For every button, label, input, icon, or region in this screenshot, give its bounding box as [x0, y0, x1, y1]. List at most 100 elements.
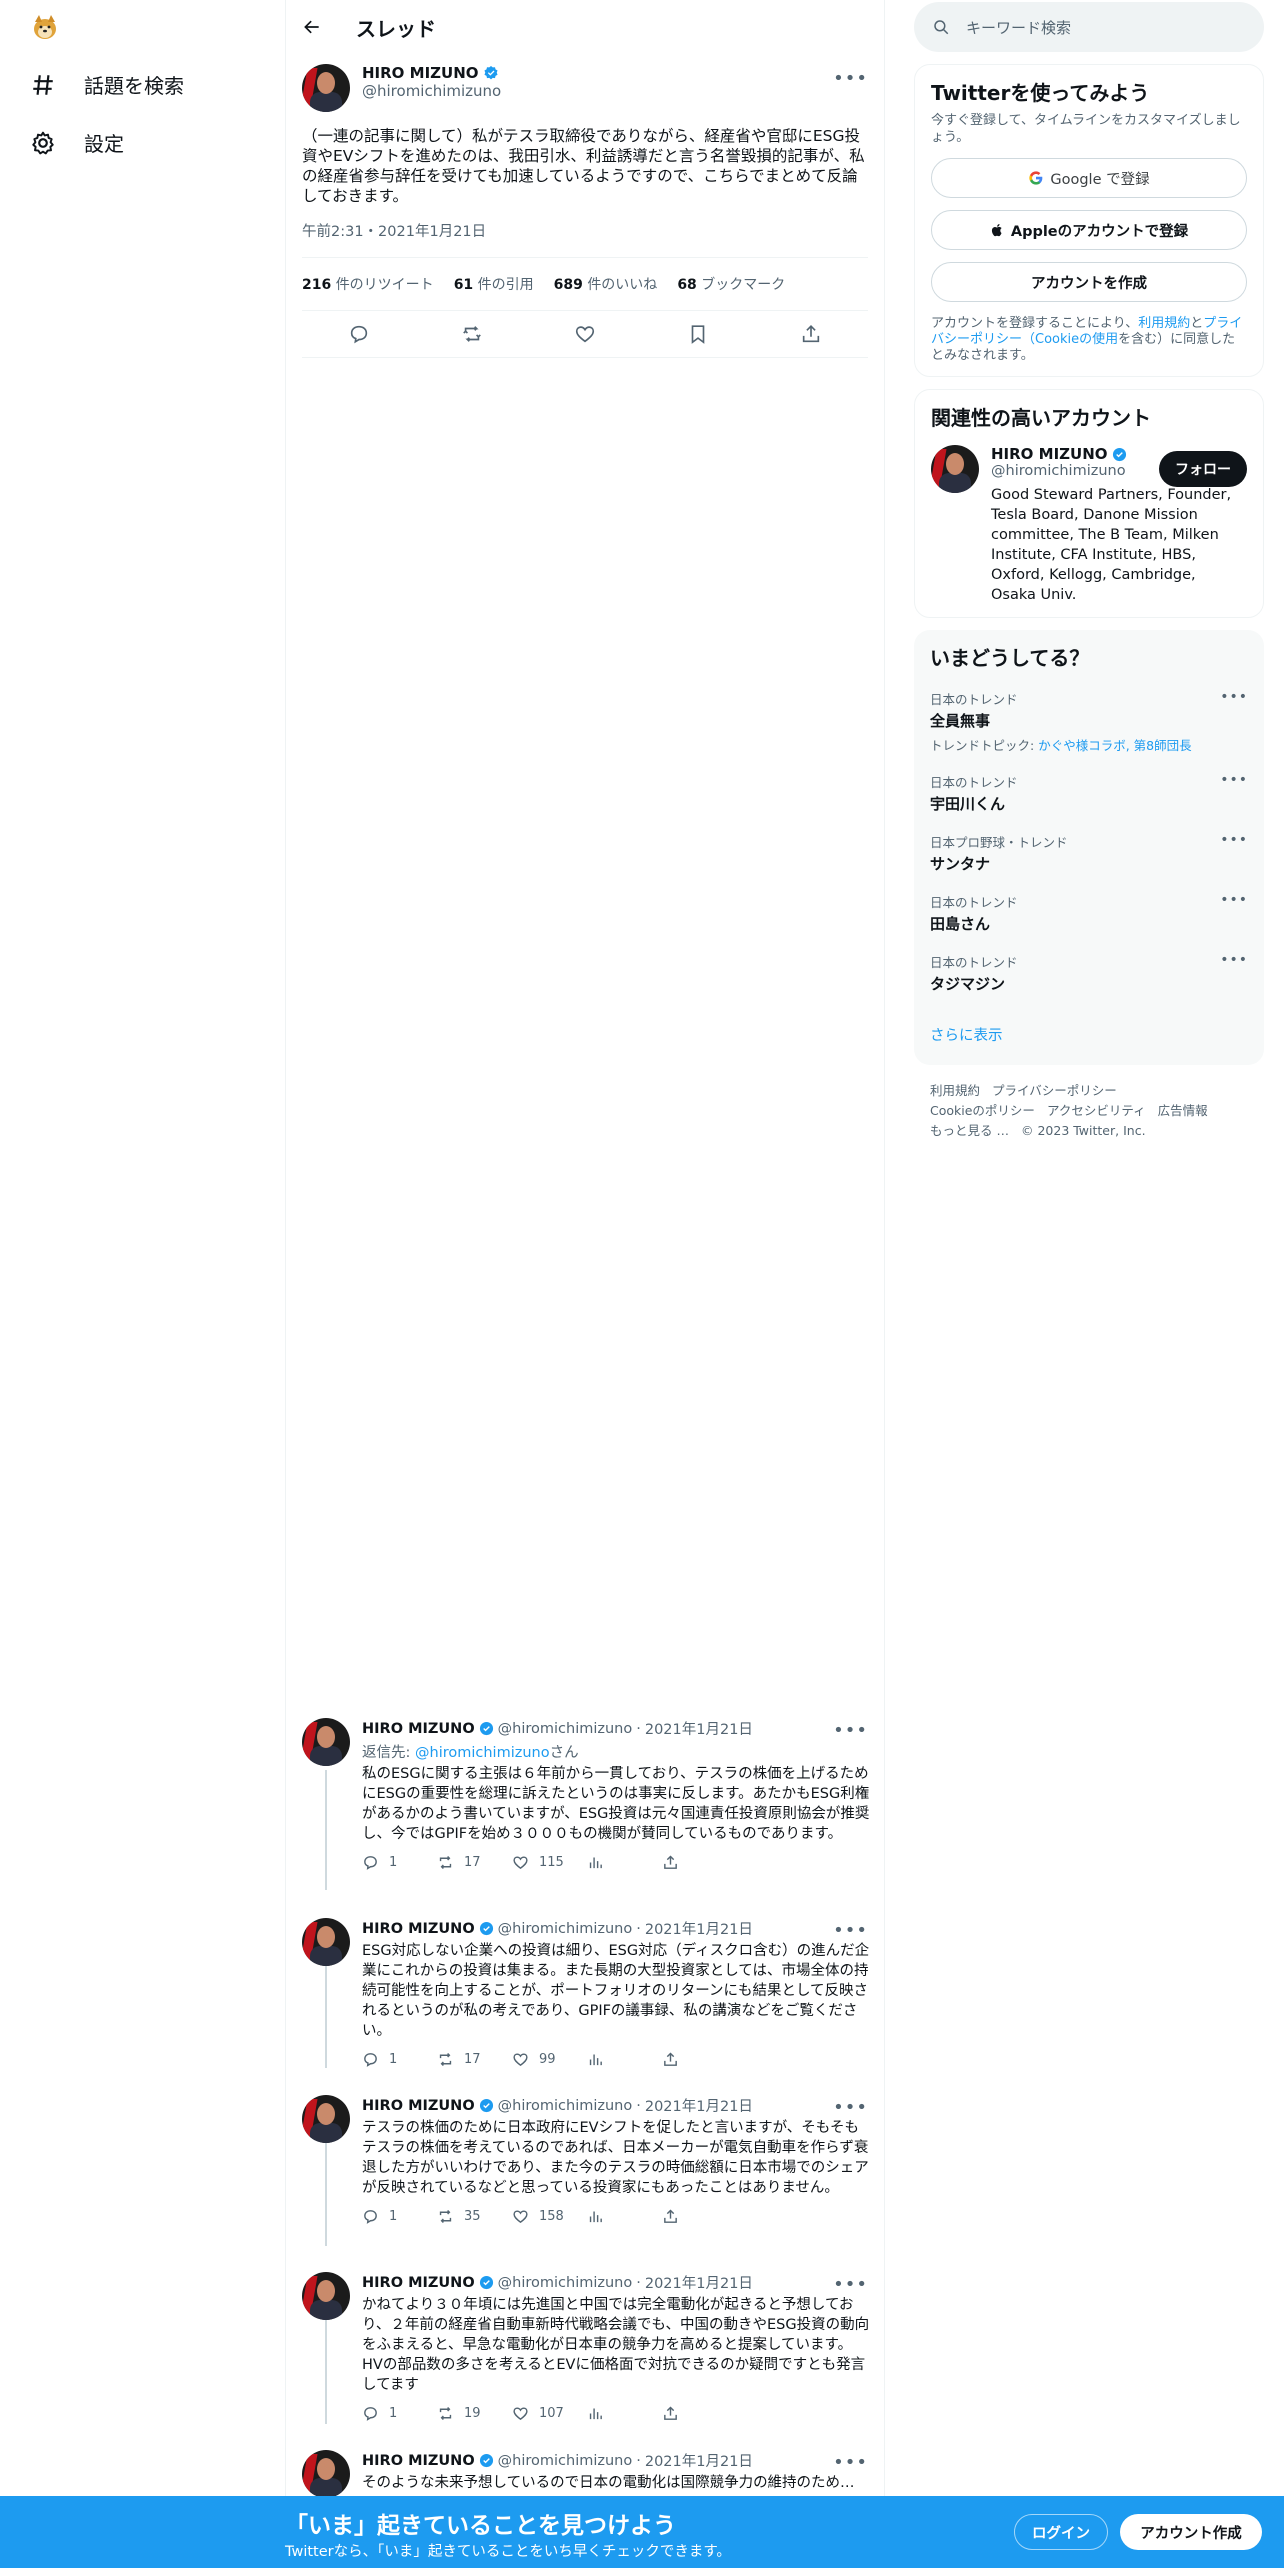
- nav-explore[interactable]: 話題を検索: [30, 70, 184, 99]
- like-button[interactable]: 158: [512, 2208, 587, 2225]
- reply-author-handle[interactable]: @hiromichimizuno: [498, 2453, 633, 2469]
- google-signup-button[interactable]: Google で登録: [931, 158, 1247, 198]
- bookmark-icon[interactable]: [687, 323, 709, 345]
- author-handle[interactable]: @hiromichimizuno: [362, 82, 501, 100]
- quote-count[interactable]: 61 件の引用: [454, 274, 534, 294]
- trend-item[interactable]: 日本のトレンド 宇田川くん •••: [930, 772, 1248, 814]
- trend-topic-link[interactable]: かぐや様コラボ, 第8師団長: [1038, 738, 1191, 753]
- reply-date[interactable]: 2021年1月21日: [645, 2272, 753, 2293]
- like-button[interactable]: 107: [512, 2405, 587, 2422]
- verified-badge-icon: [479, 2275, 494, 2290]
- reply-to-link[interactable]: @hiromichimizuno: [415, 1745, 550, 1761]
- more-options-icon[interactable]: •••: [1220, 772, 1248, 788]
- footer-cookie[interactable]: Cookieのポリシー: [930, 1103, 1035, 1118]
- search-box[interactable]: キーワード検索: [914, 2, 1264, 52]
- tweet-timestamp[interactable]: 午前2:31・2021年1月21日: [302, 220, 868, 258]
- site-logo-icon[interactable]: [30, 12, 60, 42]
- analytics-icon[interactable]: [587, 2405, 662, 2422]
- footer-terms[interactable]: 利用規約: [930, 1083, 980, 1098]
- thread-reply[interactable]: HIRO MIZUNO @hiromichimizuno · 2021年1月21日…: [302, 1918, 870, 2068]
- avatar[interactable]: [302, 64, 350, 112]
- reply-author-handle[interactable]: @hiromichimizuno: [498, 1921, 633, 1937]
- avatar[interactable]: [302, 1918, 350, 1966]
- avatar[interactable]: [302, 1718, 350, 1766]
- apple-signup-button[interactable]: Appleのアカウントで登録: [931, 210, 1247, 250]
- reply-date[interactable]: 2021年1月21日: [645, 2095, 753, 2116]
- share-icon[interactable]: [662, 2051, 737, 2068]
- nav-settings[interactable]: 設定: [30, 128, 124, 157]
- thread-reply[interactable]: HIRO MIZUNO @hiromichimizuno · 2021年1月21日…: [302, 1718, 870, 1871]
- more-options-icon[interactable]: •••: [833, 1720, 868, 1741]
- retweet-button[interactable]: 17: [437, 1854, 512, 1871]
- share-icon[interactable]: [662, 1854, 737, 1871]
- reply-author-name[interactable]: HIRO MIZUNO: [362, 1921, 475, 1937]
- avatar[interactable]: [931, 445, 979, 493]
- trend-item[interactable]: 日本のトレンド タジマジン •••: [930, 952, 1248, 994]
- retweet-count[interactable]: 216 件のリツイート: [302, 274, 434, 294]
- thread-reply[interactable]: HIRO MIZUNO @hiromichimizuno · 2021年1月21日…: [302, 2095, 870, 2225]
- reply-author-handle[interactable]: @hiromichimizuno: [498, 1721, 633, 1737]
- reply-button[interactable]: 1: [362, 2405, 437, 2422]
- avatar[interactable]: [302, 2450, 350, 2498]
- more-options-icon[interactable]: •••: [833, 2274, 868, 2295]
- show-more-link[interactable]: さらに表示: [930, 1024, 1248, 1053]
- retweet-button[interactable]: 19: [437, 2405, 512, 2422]
- footer-copyright: © 2023 Twitter, Inc.: [1020, 1123, 1146, 1138]
- reply-button[interactable]: 1: [362, 2208, 437, 2225]
- reply-author-name[interactable]: HIRO MIZUNO: [362, 2098, 475, 2114]
- bookmark-count[interactable]: 68 ブックマーク: [677, 274, 785, 294]
- reply-author-handle[interactable]: @hiromichimizuno: [498, 2098, 633, 2114]
- more-options-icon[interactable]: •••: [833, 1920, 868, 1941]
- like-icon[interactable]: [574, 323, 596, 345]
- more-options-icon[interactable]: •••: [1220, 832, 1248, 848]
- thread-reply[interactable]: HIRO MIZUNO @hiromichimizuno · 2021年1月21日…: [302, 2272, 870, 2422]
- analytics-icon[interactable]: [587, 1854, 662, 1871]
- reply-author-name[interactable]: HIRO MIZUNO: [362, 2453, 475, 2469]
- more-options-icon[interactable]: •••: [1220, 689, 1248, 705]
- reply-author-name[interactable]: HIRO MIZUNO: [362, 1721, 475, 1737]
- reply-icon[interactable]: [348, 323, 370, 345]
- terms-link[interactable]: 利用規約: [1138, 316, 1190, 331]
- retweet-icon[interactable]: [461, 323, 483, 345]
- create-account-button[interactable]: アカウントを作成: [931, 262, 1247, 302]
- related-name[interactable]: HIRO MIZUNO: [991, 445, 1108, 463]
- signup-button[interactable]: アカウント作成: [1120, 2514, 1262, 2550]
- back-arrow-icon[interactable]: [302, 17, 322, 37]
- more-options-icon[interactable]: •••: [1220, 952, 1248, 968]
- author-name[interactable]: HIRO MIZUNO: [362, 64, 479, 82]
- more-options-icon[interactable]: •••: [833, 2097, 868, 2118]
- like-button[interactable]: 115: [512, 1854, 587, 1871]
- reply-button[interactable]: 1: [362, 1854, 437, 1871]
- reply-date[interactable]: 2021年1月21日: [645, 1718, 753, 1739]
- retweet-button[interactable]: 17: [437, 2051, 512, 2068]
- footer-more[interactable]: もっと見る …: [930, 1123, 1009, 1138]
- reply-date[interactable]: 2021年1月21日: [645, 1918, 753, 1939]
- reply-date[interactable]: 2021年1月21日: [645, 2450, 753, 2471]
- share-icon[interactable]: [800, 323, 822, 345]
- footer-accessibility[interactable]: アクセシビリティ: [1047, 1103, 1146, 1118]
- reply-author-handle[interactable]: @hiromichimizuno: [498, 2275, 633, 2291]
- footer-ads[interactable]: 広告情報: [1158, 1103, 1208, 1118]
- more-options-icon[interactable]: •••: [1220, 892, 1248, 908]
- reply-author-name[interactable]: HIRO MIZUNO: [362, 2275, 475, 2291]
- follow-button[interactable]: フォロー: [1159, 451, 1247, 487]
- more-options-icon[interactable]: •••: [833, 68, 868, 89]
- login-button[interactable]: ログイン: [1014, 2514, 1108, 2550]
- analytics-icon[interactable]: [587, 2208, 662, 2225]
- share-icon[interactable]: [662, 2405, 737, 2422]
- trend-item[interactable]: 日本プロ野球・トレンド サンタナ •••: [930, 832, 1248, 874]
- search-input[interactable]: キーワード検索: [966, 17, 1071, 38]
- analytics-icon[interactable]: [587, 2051, 662, 2068]
- avatar[interactable]: [302, 2095, 350, 2143]
- thread-reply[interactable]: HIRO MIZUNO @hiromichimizuno · 2021年1月21日…: [302, 2450, 870, 2498]
- more-options-icon[interactable]: •••: [833, 2452, 868, 2473]
- footer-privacy[interactable]: プライバシーポリシー: [992, 1083, 1117, 1098]
- like-button[interactable]: 99: [512, 2051, 587, 2068]
- avatar[interactable]: [302, 2272, 350, 2320]
- trend-item[interactable]: 日本のトレンド 田島さん •••: [930, 892, 1248, 934]
- trend-item[interactable]: 日本のトレンド 全員無事 トレンドトピック: かぐや様コラボ, 第8師団長 ••…: [930, 689, 1248, 754]
- like-count[interactable]: 689 件のいいね: [554, 274, 658, 294]
- share-icon[interactable]: [662, 2208, 737, 2225]
- reply-button[interactable]: 1: [362, 2051, 437, 2068]
- retweet-button[interactable]: 35: [437, 2208, 512, 2225]
